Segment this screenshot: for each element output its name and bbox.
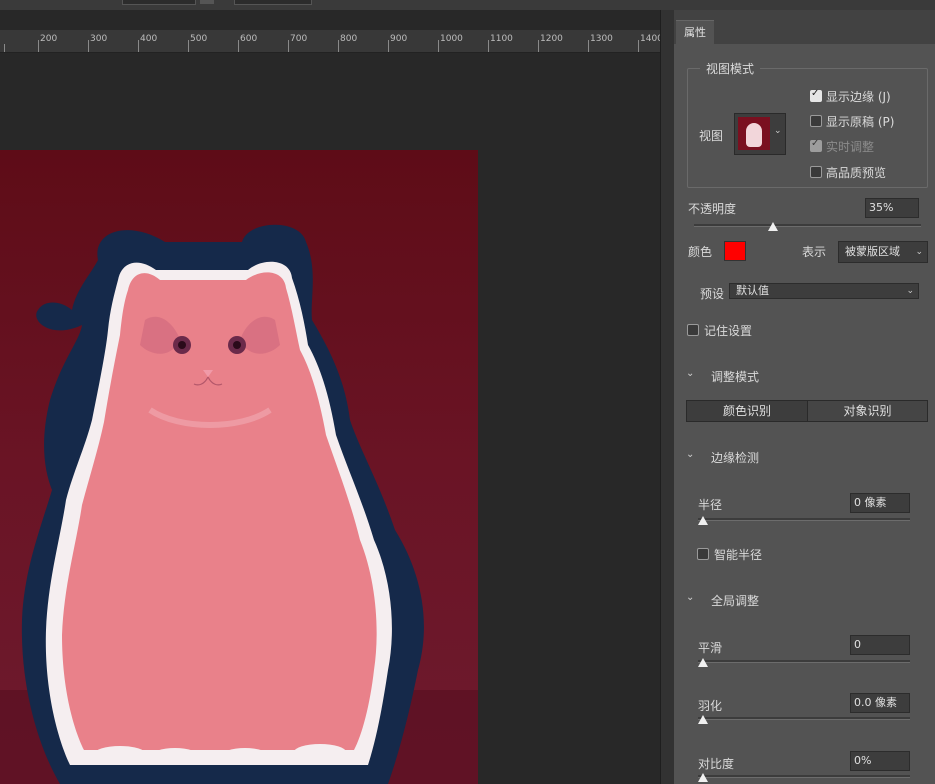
global-refine-title: 全局调整 — [711, 594, 760, 608]
feather-slider-thumb[interactable] — [698, 715, 708, 724]
adjust-mode-title: 调整模式 — [711, 370, 760, 384]
smooth-input[interactable]: 0 — [850, 635, 910, 655]
chevron-down-icon: ⌄ — [915, 247, 923, 257]
remember-settings-label: 记住设置 — [704, 324, 753, 338]
show-original-checkbox[interactable] — [810, 115, 822, 127]
show-edge-label: 显示边缘 (J) — [826, 90, 891, 104]
chevron-down-icon: ⌄ — [906, 286, 914, 296]
smooth-slider-thumb[interactable] — [698, 658, 708, 667]
preset-value: 默认值 — [736, 284, 769, 297]
indicates-select[interactable]: 被蒙版区域 ⌄ — [838, 241, 928, 263]
ruler-tick-label: 1200 — [540, 34, 563, 44]
preset-select[interactable]: 默认值 ⌄ — [729, 283, 919, 299]
ruler-tick-label: 900 — [390, 34, 408, 44]
collapse-chevron-icon[interactable]: ⌄ — [686, 592, 694, 603]
feather-slider-track[interactable] — [698, 717, 910, 720]
radius-slider-track[interactable] — [698, 518, 910, 521]
options-button[interactable] — [200, 0, 214, 4]
color-swatch[interactable] — [724, 241, 746, 261]
color-aware-button[interactable]: 颜色识别 — [686, 400, 808, 422]
opacity-slider-thumb[interactable] — [768, 222, 778, 231]
ruler-tick-label: 1100 — [490, 34, 513, 44]
realtime-refine-checkbox[interactable] — [810, 138, 822, 152]
smart-radius-checkbox[interactable] — [697, 548, 709, 560]
radius-slider-thumb[interactable] — [698, 516, 708, 525]
vertical-scrollbar[interactable] — [660, 10, 675, 784]
smooth-slider-track[interactable] — [698, 660, 910, 663]
ruler-tick-label: 200 — [40, 34, 58, 44]
opacity-input[interactable]: 35% — [865, 198, 919, 218]
color-label: 颜色 — [688, 245, 713, 259]
radius-input[interactable]: 0 像素 — [850, 493, 910, 513]
chevron-down-icon: ⌄ — [774, 126, 782, 136]
ruler-tick-label: 500 — [190, 34, 208, 44]
remember-settings-checkbox[interactable] — [687, 324, 699, 336]
horizontal-ruler[interactable]: 200 300 400 500 600 700 800 900 1000 110… — [0, 30, 663, 53]
collapse-chevron-icon[interactable]: ⌄ — [686, 449, 694, 460]
contrast-slider-track[interactable] — [698, 775, 910, 778]
view-label: 视图 — [699, 129, 724, 143]
high-quality-preview-label: 高品质预览 — [826, 166, 887, 180]
collapse-chevron-icon[interactable]: ⌄ — [686, 368, 694, 379]
indicates-label: 表示 — [802, 245, 827, 259]
cat-selection-overlay — [0, 224, 478, 784]
smooth-label: 平滑 — [698, 641, 723, 655]
preset-label: 预设 — [700, 287, 725, 301]
contrast-input[interactable]: 0% — [850, 751, 910, 771]
options-field[interactable] — [234, 0, 312, 5]
indicates-value: 被蒙版区域 — [845, 245, 900, 258]
options-field[interactable] — [122, 0, 196, 5]
show-original-label: 显示原稿 (P) — [826, 115, 895, 129]
document-image[interactable] — [0, 150, 478, 784]
ruler-tick-label: 300 — [90, 34, 108, 44]
view-mode-legend: 视图模式 — [700, 60, 761, 77]
realtime-refine-label: 实时调整 — [826, 140, 875, 154]
ruler-tick-label: 700 — [290, 34, 308, 44]
edge-detection-title: 边缘检测 — [711, 451, 760, 465]
ruler-tick-label: 800 — [340, 34, 358, 44]
ruler-tick-label: 600 — [240, 34, 258, 44]
opacity-label: 不透明度 — [688, 202, 737, 216]
feather-label: 羽化 — [698, 699, 723, 713]
object-aware-button[interactable]: 对象识别 — [807, 400, 928, 422]
contrast-slider-thumb[interactable] — [698, 773, 708, 782]
view-thumbnail-dropdown[interactable]: ⌄ — [734, 113, 786, 155]
show-edge-checkbox[interactable] — [810, 88, 822, 102]
ruler-tick-label: 400 — [140, 34, 158, 44]
radius-label: 半径 — [698, 498, 723, 512]
contrast-label: 对比度 — [698, 757, 735, 771]
high-quality-preview-checkbox[interactable] — [810, 166, 822, 178]
ruler-tick-label: 1000 — [440, 34, 463, 44]
feather-input[interactable]: 0.0 像素 — [850, 693, 910, 713]
view-thumbnail — [738, 117, 770, 150]
opacity-slider-track[interactable] — [694, 224, 921, 227]
ruler-tick-label: 1300 — [590, 34, 613, 44]
tab-properties[interactable]: 属性 — [676, 20, 714, 45]
smart-radius-label: 智能半径 — [714, 548, 763, 562]
